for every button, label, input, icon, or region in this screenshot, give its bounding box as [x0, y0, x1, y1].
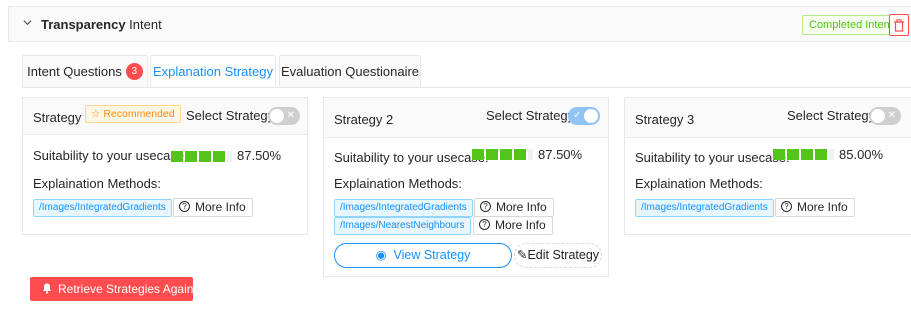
strategy-card-header: Strategy 2 Select Strategy: ✓ [324, 98, 608, 138]
more-info-label: More Info [496, 200, 547, 214]
suitability-label: Suitability to your usecase: [33, 148, 188, 163]
intent-title: Transparency Intent [41, 17, 162, 32]
suitability-segment [472, 149, 484, 160]
suitability-segment [829, 149, 834, 160]
tab-label: Intent Questions [27, 64, 122, 79]
recommended-label: Recommended [103, 108, 175, 120]
toggle-knob [871, 109, 885, 123]
recommended-tag: ☆ Recommended [85, 105, 181, 123]
more-info-button[interactable]: ? More Info [173, 198, 253, 217]
suitability-segment [773, 149, 785, 160]
intent-title-bold: Transparency [41, 17, 126, 32]
suitability-segment [528, 149, 533, 160]
delete-intent-button[interactable] [889, 14, 909, 36]
select-strategy-label: Select Strategy: [186, 108, 278, 123]
question-circle-icon: ? [781, 201, 792, 213]
question-circle-icon: ? [179, 201, 190, 213]
tab-explanation-strategy[interactable]: Explanation Strategy [150, 55, 276, 88]
strategy-card-1: Strategy 1 ☆ Recommended Select Strategy… [22, 97, 308, 235]
method-tag[interactable]: /Images/IntegratedGradients [635, 199, 774, 217]
select-strategy-label: Select Strategy: [787, 108, 879, 123]
intent-header[interactable]: Transparency Intent Completed Intent [8, 6, 911, 42]
more-info-button[interactable]: ? More Info [473, 216, 553, 235]
select-strategy-toggle[interactable]: ✕ [869, 107, 901, 125]
strategy-title: Strategy 2 [334, 112, 394, 127]
suitability-percent: 87.50% [538, 147, 583, 162]
suitability-label: Suitability to your usecase: [635, 150, 790, 165]
edit-strategy-button[interactable]: ✎Edit Strategy [514, 243, 602, 268]
toggle-knob [270, 109, 284, 123]
suitability-segment [227, 151, 232, 162]
method-tag[interactable]: /Images/NearestNeighbours [334, 217, 471, 235]
tabs-divider [22, 87, 911, 88]
strategy-card-header: Strategy 3 Select Strategy: ✕ [625, 98, 911, 138]
check-icon: ✓ [573, 110, 582, 121]
suitability-percent: 87.50% [237, 148, 282, 163]
suitability-segment [500, 149, 512, 160]
edit-strategy-label: Edit Strategy [527, 248, 600, 262]
retrieve-strategies-button[interactable]: Retrieve Strategies Again [30, 277, 193, 301]
methods-label: Explaination Methods: [635, 176, 763, 191]
method-tag[interactable]: /Images/IntegratedGradients [33, 199, 172, 217]
question-circle-icon: ? [480, 201, 491, 213]
eye-icon: ◉ [375, 248, 387, 262]
more-info-button[interactable]: ? More Info [474, 198, 554, 217]
suitability-segment [171, 151, 183, 162]
method-tag[interactable]: /Images/IntegratedGradients [334, 199, 473, 217]
view-strategy-label: View Strategy [393, 248, 471, 262]
suitability-segment [213, 151, 225, 162]
edit-icon: ✎ [516, 248, 528, 262]
chevron-down-icon[interactable] [23, 18, 32, 27]
toggle-knob [584, 109, 598, 123]
question-circle-icon: ? [479, 219, 490, 231]
suitability-segment [815, 149, 827, 160]
view-strategy-button[interactable]: ◉ View Strategy [334, 243, 512, 268]
suitability-segment [787, 149, 799, 160]
tab-intent-questions[interactable]: Intent Questions 3 [22, 55, 148, 88]
tab-evaluation-questionaire[interactable]: Evaluation Questionaire [279, 55, 421, 88]
more-info-label: More Info [797, 200, 848, 214]
methods-label: Explaination Methods: [334, 176, 462, 191]
close-icon: ✕ [286, 110, 295, 121]
suitability-segment [199, 151, 211, 162]
more-info-label: More Info [495, 218, 546, 232]
select-strategy-label: Select Strategy: [486, 108, 578, 123]
tab-label: Explanation Strategy [153, 64, 273, 79]
bell-icon [42, 283, 52, 295]
strategy-card-2: Strategy 2 Select Strategy: ✓ Suitabilit… [323, 97, 609, 277]
suitability-segment [185, 151, 197, 162]
strategy-card-header: Strategy 1 ☆ Recommended Select Strategy… [23, 98, 307, 135]
suitability-segment [486, 149, 498, 160]
tab-count-badge: 3 [125, 63, 143, 81]
select-strategy-toggle[interactable]: ✕ [268, 107, 300, 125]
star-icon: ☆ [91, 108, 101, 120]
select-strategy-toggle[interactable]: ✓ [568, 107, 600, 125]
strategy-title: Strategy 1 [33, 110, 93, 125]
more-info-label: More Info [195, 200, 246, 214]
suitability-label: Suitability to your usecase: [334, 150, 489, 165]
status-badge: Completed Intent [802, 15, 900, 35]
intent-title-rest: Intent [125, 17, 162, 32]
retrieve-label: Retrieve Strategies Again [58, 282, 194, 296]
suitability-segment [801, 149, 813, 160]
suitability-percent: 85.00% [839, 147, 884, 162]
methods-label: Explaination Methods: [33, 176, 161, 191]
strategy-card-3: Strategy 3 Select Strategy: ✕ Suitabilit… [624, 97, 911, 235]
strategy-title: Strategy 3 [635, 112, 695, 127]
tab-label: Evaluation Questionaire [280, 64, 420, 79]
more-info-button[interactable]: ? More Info [775, 198, 855, 217]
trash-icon [894, 19, 904, 32]
suitability-segment [514, 149, 526, 160]
close-icon: ✕ [887, 110, 896, 121]
